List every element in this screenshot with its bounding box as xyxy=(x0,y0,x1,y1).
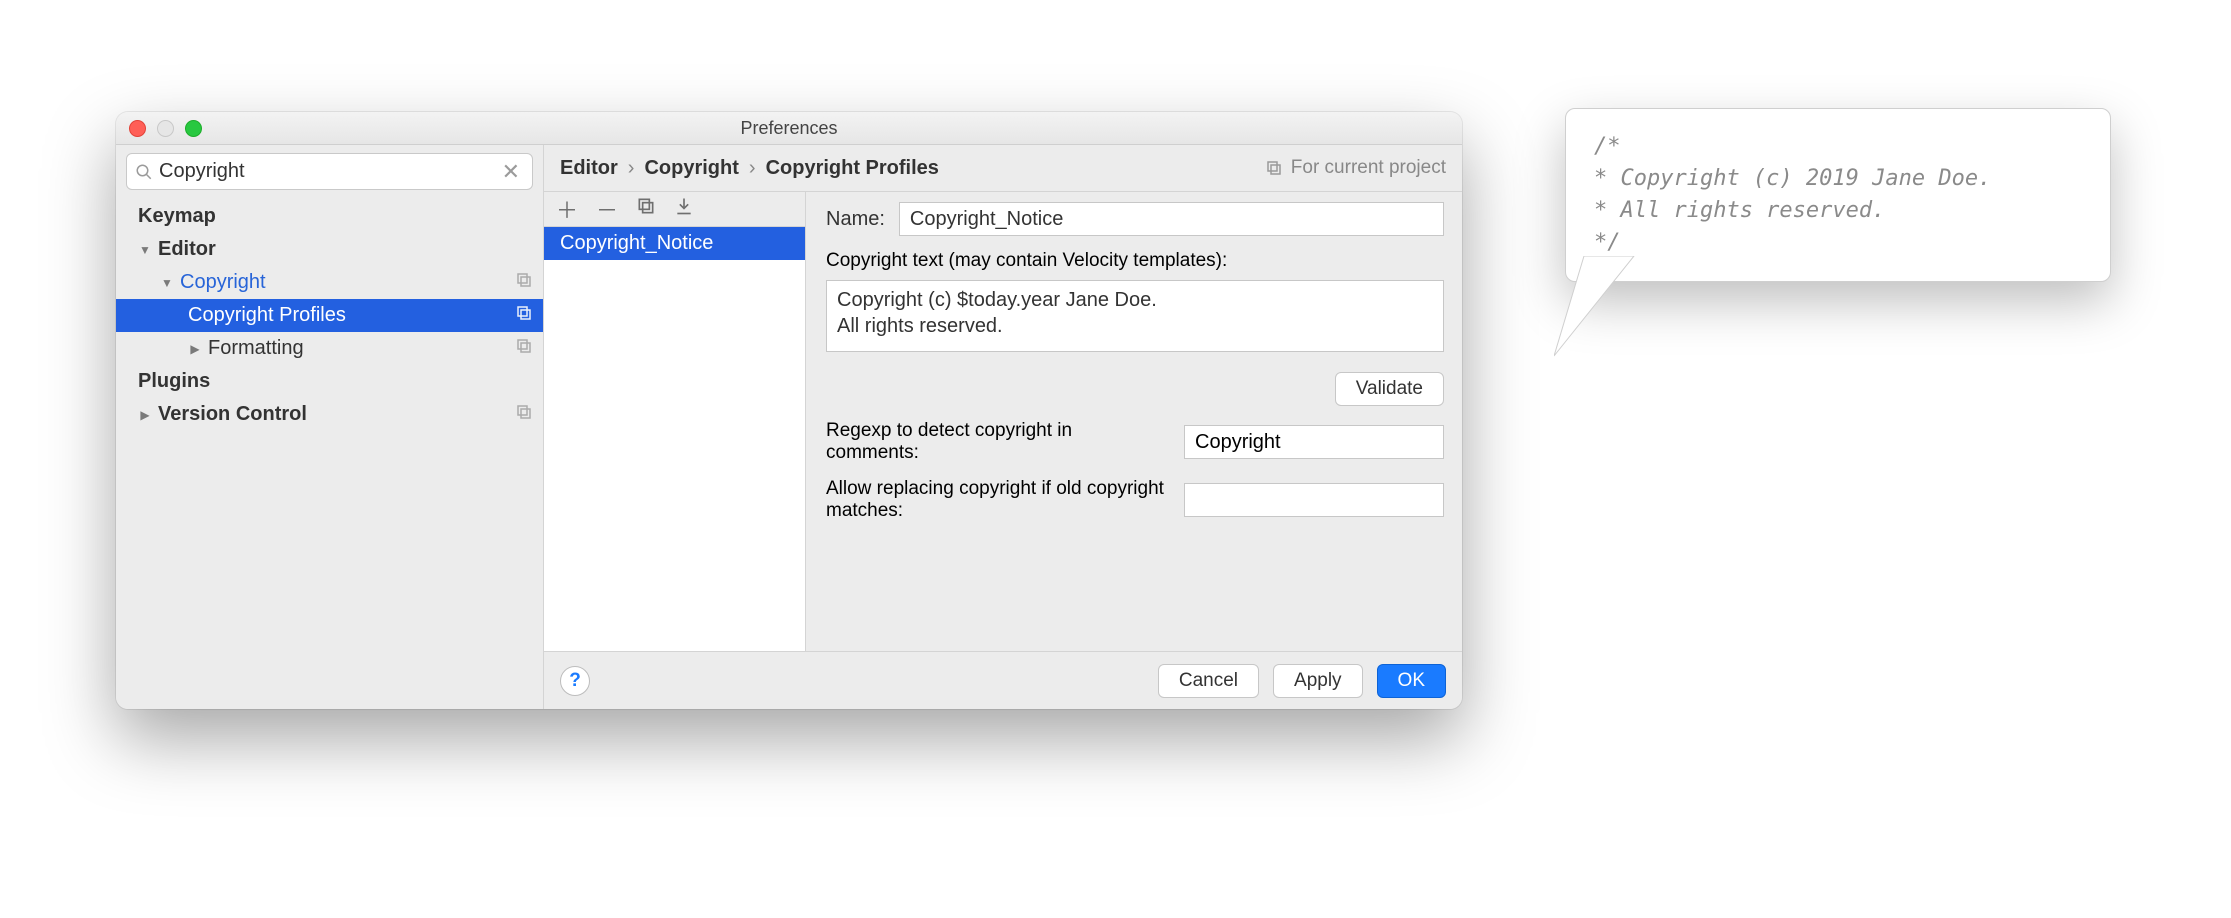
sidebar-item-version-control[interactable]: Version Control xyxy=(116,398,543,431)
preview-line: * Copyright (c) 2019 Jane Doe. xyxy=(1594,163,2082,195)
copyright-text-input[interactable] xyxy=(826,280,1444,352)
preview-callout: /* * Copyright (c) 2019 Jane Doe. * All … xyxy=(1565,108,2111,282)
regexp-label: Regexp to detect copyright in comments: xyxy=(826,420,1164,464)
search-icon xyxy=(135,163,153,181)
preview-line: */ xyxy=(1594,227,2082,259)
settings-tree: Keymap Editor Copyright Copyright Profil… xyxy=(116,196,543,431)
import-profile-button[interactable] xyxy=(674,196,694,222)
breadcrumb-editor[interactable]: Editor xyxy=(560,157,618,180)
apply-button[interactable]: Apply xyxy=(1273,664,1363,698)
name-input[interactable] xyxy=(899,202,1444,236)
breadcrumb-copyright-profiles: Copyright Profiles xyxy=(766,157,939,180)
preview-line: * All rights reserved. xyxy=(1594,195,2082,227)
allow-replacing-input[interactable] xyxy=(1184,483,1444,517)
sidebar-item-copyright[interactable]: Copyright xyxy=(116,266,543,299)
scope-label: For current project xyxy=(1265,157,1446,179)
project-scope-icon xyxy=(515,337,533,361)
chevron-right-icon: › xyxy=(628,157,635,180)
regexp-input[interactable] xyxy=(1184,425,1444,459)
header: Editor › Copyright › Copyright Profiles … xyxy=(544,145,1462,192)
breadcrumb: Editor › Copyright › Copyright Profiles xyxy=(560,157,939,180)
remove-profile-button[interactable]: － xyxy=(596,193,618,225)
chevron-right-icon: › xyxy=(749,157,756,180)
sidebar-item-editor[interactable]: Editor xyxy=(116,233,543,266)
profiles-column: ＋ － Copyright_Notice xyxy=(544,192,806,651)
name-label: Name: xyxy=(826,208,885,231)
allow-replacing-label: Allow replacing copyright if old copyrig… xyxy=(826,478,1164,522)
titlebar: Preferences xyxy=(116,112,1462,145)
profile-form: Name: Copyright text (may contain Veloci… xyxy=(806,192,1462,651)
preferences-window: Preferences ✕ Keymap Editor xyxy=(116,112,1462,709)
project-scope-icon xyxy=(515,271,533,295)
clear-search-icon[interactable]: ✕ xyxy=(498,159,524,185)
chevron-right-icon xyxy=(188,342,202,356)
copyright-text-label: Copyright text (may contain Velocity tem… xyxy=(826,250,1444,272)
sidebar-item-plugins[interactable]: Plugins xyxy=(116,365,543,398)
dialog-footer: ? Cancel Apply OK xyxy=(544,651,1462,709)
breadcrumb-copyright[interactable]: Copyright xyxy=(644,157,738,180)
chevron-down-icon xyxy=(138,243,152,257)
cancel-button[interactable]: Cancel xyxy=(1158,664,1259,698)
search-field[interactable]: ✕ xyxy=(126,153,533,190)
sidebar-item-copyright-profiles[interactable]: Copyright Profiles xyxy=(116,299,543,332)
sidebar-item-formatting[interactable]: Formatting xyxy=(116,332,543,365)
window-title: Preferences xyxy=(116,118,1462,139)
sidebar-item-keymap[interactable]: Keymap xyxy=(116,200,543,233)
project-scope-icon xyxy=(1265,159,1283,177)
profiles-list: Copyright_Notice xyxy=(544,227,805,651)
profile-item[interactable]: Copyright_Notice xyxy=(544,227,805,260)
chevron-down-icon xyxy=(160,276,174,290)
profiles-toolbar: ＋ － xyxy=(544,192,805,227)
add-profile-button[interactable]: ＋ xyxy=(556,193,578,225)
help-button[interactable]: ? xyxy=(560,666,590,696)
search-input[interactable] xyxy=(153,160,498,183)
main-panel: Editor › Copyright › Copyright Profiles … xyxy=(544,145,1462,709)
project-scope-icon xyxy=(515,403,533,427)
sidebar: ✕ Keymap Editor Copyright xyxy=(116,145,544,709)
chevron-right-icon xyxy=(138,408,152,422)
validate-button[interactable]: Validate xyxy=(1335,372,1444,406)
project-scope-icon xyxy=(515,304,533,328)
ok-button[interactable]: OK xyxy=(1377,664,1446,698)
preview-line: /* xyxy=(1594,131,2082,163)
copy-profile-button[interactable] xyxy=(636,196,656,222)
